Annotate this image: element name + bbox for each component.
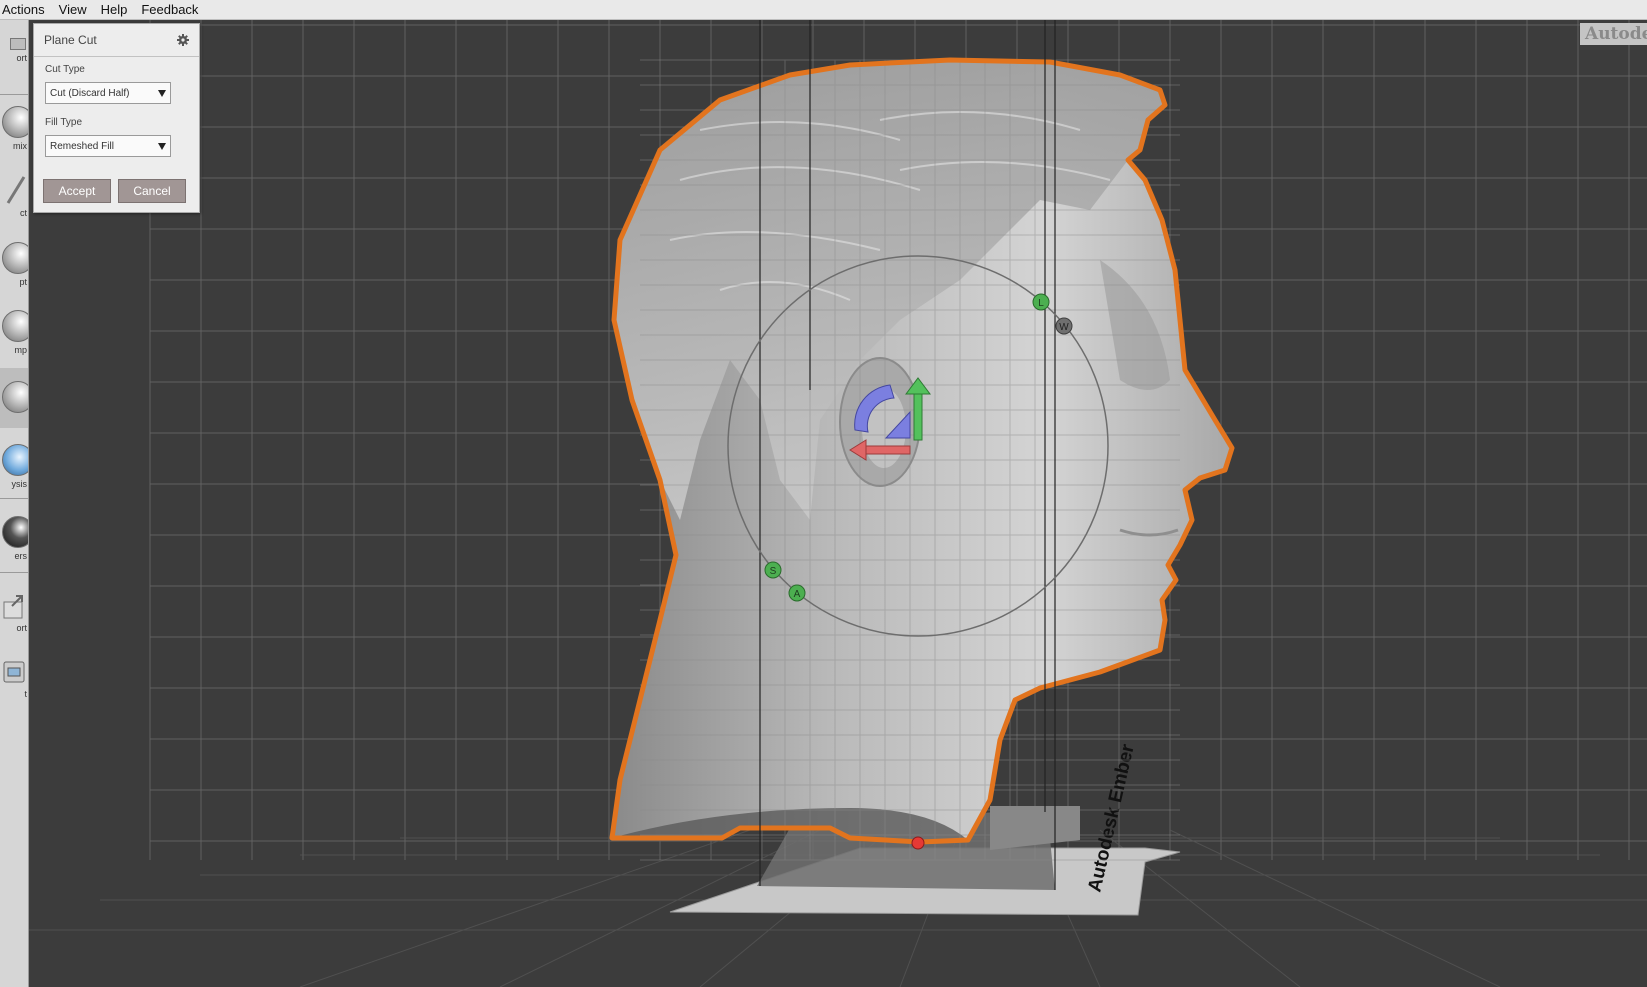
- fill-type-label: Fill Type: [45, 117, 83, 128]
- toolbar-separator: [0, 572, 28, 573]
- toolbar-import-label: ort: [16, 52, 27, 63]
- panel-title: Plane Cut: [44, 33, 97, 47]
- handle-s-label: S: [770, 566, 777, 577]
- toolbar-import[interactable]: ort: [0, 20, 28, 80]
- toolbar-edit[interactable]: [0, 368, 28, 428]
- toolbar-sculpt[interactable]: pt: [0, 234, 28, 294]
- analysis-icon: [2, 443, 28, 476]
- toolbar-select-label: ct: [19, 207, 27, 218]
- cancel-button[interactable]: Cancel: [118, 179, 186, 203]
- cut-type-value: Cut (Discard Half): [50, 87, 130, 99]
- toolbar-meshmix[interactable]: mix: [0, 98, 28, 158]
- chevron-down-icon: [158, 143, 166, 150]
- fill-type-value: Remeshed Fill: [50, 140, 114, 152]
- import-icon: [10, 37, 26, 50]
- cut-type-select[interactable]: Cut (Discard Half): [45, 82, 171, 104]
- menu-help[interactable]: Help: [99, 0, 136, 19]
- toolbar-analysis[interactable]: ysis: [0, 436, 28, 496]
- cut-type-label: Cut Type: [45, 64, 85, 75]
- panel-header: Plane Cut: [34, 24, 199, 57]
- toolbar-separator: [0, 498, 28, 499]
- 3d-viewport[interactable]: Autodesk Ember L W S A: [29, 20, 1647, 987]
- menu-view[interactable]: View: [57, 0, 95, 19]
- export-icon: [3, 594, 23, 618]
- scene-canvas[interactable]: Autodesk Ember L W S A: [29, 20, 1647, 987]
- toolbar-export[interactable]: ort: [0, 582, 28, 642]
- pivot-point[interactable]: [911, 836, 925, 850]
- fill-type-select[interactable]: Remeshed Fill: [45, 135, 171, 157]
- accept-button[interactable]: Accept: [43, 179, 111, 203]
- toolbar-sculpt-label: pt: [19, 276, 27, 287]
- menu-bar: Actions View Help Feedback: [0, 0, 1647, 20]
- toolbar-export-label: ort: [16, 622, 27, 633]
- sculpt-icon: [2, 241, 28, 274]
- handle-a-label: A: [794, 589, 801, 600]
- toolbar-print-label: t: [24, 688, 27, 699]
- toolbar-shaders[interactable]: ers: [0, 508, 28, 568]
- gizmo-y-arrow-shaft[interactable]: [913, 391, 923, 441]
- edit-icon: [2, 380, 28, 413]
- toolbar-shaders-label: ers: [14, 550, 27, 561]
- toolbar-stamp-label: mp: [14, 344, 27, 355]
- shaders-icon: [2, 515, 28, 548]
- select-icon: [6, 175, 26, 204]
- stamp-icon: [2, 309, 28, 342]
- toolbar-print[interactable]: t: [0, 648, 28, 708]
- toolbar-separator: [0, 94, 28, 95]
- chevron-down-icon: [158, 90, 166, 97]
- meshmix-icon: [2, 105, 28, 138]
- menu-feedback[interactable]: Feedback: [139, 0, 206, 19]
- print-icon: [3, 661, 25, 682]
- toolbar-stamp[interactable]: mp: [0, 302, 28, 362]
- gizmo-x-arrow-shaft[interactable]: [861, 445, 911, 455]
- gear-icon[interactable]: [177, 34, 189, 46]
- toolbar-analysis-label: ysis: [11, 478, 28, 489]
- handle-w-label: W: [1059, 322, 1069, 333]
- left-toolbar: ort mix ct pt mp ysis ers ort t: [0, 20, 29, 987]
- autodesk-watermark: Autodesk: [1580, 23, 1647, 45]
- toolbar-select[interactable]: ct: [0, 166, 28, 226]
- handle-l-label: L: [1038, 298, 1044, 309]
- menu-actions[interactable]: Actions: [0, 0, 53, 19]
- toolbar-meshmix-label: mix: [13, 140, 27, 151]
- plane-cut-panel: Plane Cut Cut Type Cut (Discard Half) Fi…: [33, 23, 200, 213]
